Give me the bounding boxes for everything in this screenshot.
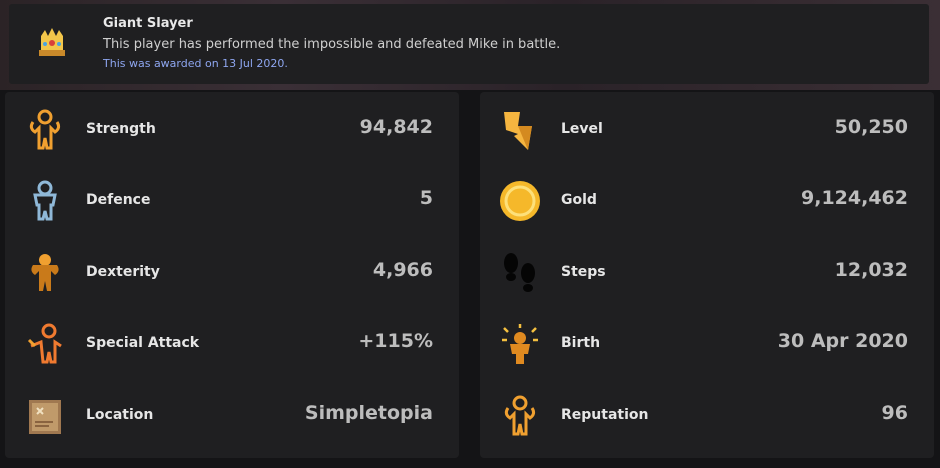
left-stats-panel: Strength 94,842 Defence 5 Dexterity 4,96… [5,92,459,458]
footprints-icon [504,253,535,292]
stat-label: Level [561,121,603,137]
stat-value: 5 [419,187,433,209]
stat-label: Special Attack [86,335,200,351]
stat-label: Steps [561,264,606,280]
stat-value: 9,124,462 [801,187,908,209]
stat-value: 50,250 [834,116,908,138]
stat-row-gold: Gold 9,124,462 [480,173,934,233]
award-title: Giant Slayer [103,16,193,31]
stat-row-strength: Strength 94,842 [5,102,459,162]
award-card: Giant Slayer This player has performed t… [9,4,929,84]
birth-sparkle-icon [502,324,538,364]
stat-value: 96 [881,402,908,424]
stat-row-reputation: Reputation 96 [480,388,934,448]
defence-figure-icon [33,180,57,221]
stat-label: Birth [561,335,601,351]
gold-coin-icon [500,181,540,221]
award-description: This player has performed the impossible… [103,37,561,52]
stat-value: +115% [358,330,433,352]
stat-value: 94,842 [359,116,433,138]
stat-label: Strength [86,121,156,137]
stat-row-location: Location Simpletopia [5,388,459,448]
crown-icon [39,28,65,56]
stat-value: 4,966 [372,259,433,281]
stat-value: 12,032 [834,259,908,281]
reputation-figure-icon [504,395,536,436]
stat-label: Defence [86,192,151,208]
stat-label: Dexterity [86,264,160,280]
stat-value: Simpletopia [304,402,433,424]
right-stats-panel: Level 50,250 Gold 9,124,462 Steps 12,032… [480,92,934,458]
stat-row-dexterity: Dexterity 4,966 [5,245,459,305]
strength-figure-icon [29,109,61,150]
lightning-bolt-icon [504,112,532,150]
stat-label: Gold [561,192,597,208]
stat-row-defence: Defence 5 [5,173,459,233]
dexterity-figure-icon [31,254,59,291]
stat-row-steps: Steps 12,032 [480,245,934,305]
stat-label: Location [86,407,154,423]
award-date: This was awarded on 13 Jul 2020. [103,57,288,70]
stat-row-level: Level 50,250 [480,102,934,162]
stat-label: Reputation [561,407,649,423]
stat-row-birth: Birth 30 Apr 2020 [480,316,934,376]
stat-row-special-attack: Special Attack +115% [5,316,459,376]
stat-value: 30 Apr 2020 [777,330,908,352]
map-scroll-icon [29,400,61,434]
special-attack-figure-icon [27,323,62,364]
